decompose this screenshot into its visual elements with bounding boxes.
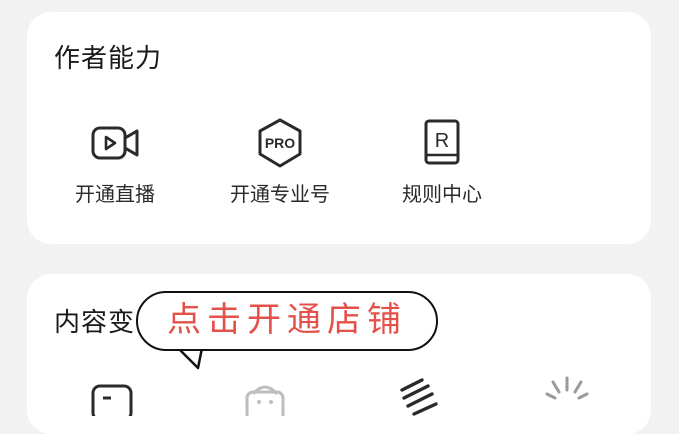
rules-center-button[interactable]: R 规则中心 <box>372 116 512 207</box>
rules-book-icon: R <box>424 119 460 165</box>
content-monetization-title: 内容变 <box>54 308 136 338</box>
annotation-text: 点击开通店铺 <box>167 300 407 340</box>
shopping-bag-icon[interactable] <box>237 376 293 416</box>
live-video-icon <box>91 126 139 160</box>
author-abilities-card: 作者能力 开通直播 PRO 开通专业号 R 规则中心 <box>27 12 651 244</box>
rules-center-label: 规则中心 <box>402 182 482 206</box>
open-live-button[interactable]: 开通直播 <box>45 116 185 207</box>
pro-badge-text: PRO <box>265 135 295 151</box>
open-pro-account-label: 开通专业号 <box>230 182 330 206</box>
sparkle-icon[interactable] <box>539 376 595 416</box>
wallet-icon[interactable] <box>85 376 141 416</box>
annotation-speech-bubble: 点击开通店铺 <box>136 291 438 351</box>
open-live-label: 开通直播 <box>75 182 155 206</box>
rules-book-letter: R <box>435 130 449 152</box>
pro-badge-icon: PRO <box>258 118 302 168</box>
author-abilities-title: 作者能力 <box>54 44 163 74</box>
open-pro-account-button[interactable]: PRO 开通专业号 <box>210 116 350 207</box>
hand-icon[interactable] <box>392 376 448 416</box>
